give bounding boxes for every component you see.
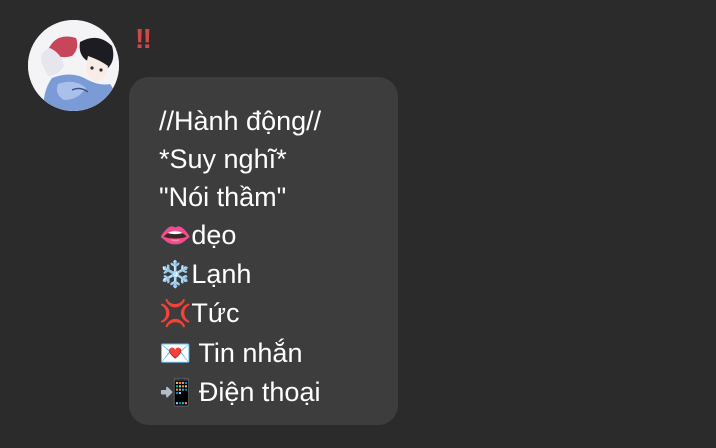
sender-avatar[interactable] <box>28 20 119 111</box>
message-text: //Hành động// *Suy nghĩ* "Nói thầm" 👄dẹo… <box>159 102 321 412</box>
line-text: Lạnh <box>191 259 252 290</box>
line-text: //Hành động// <box>159 106 322 136</box>
message-line-phone: 📲 Điện thoại <box>159 373 321 412</box>
love-letter-icon: 💌 <box>159 338 192 369</box>
message-bubble[interactable]: //Hành động// *Suy nghĩ* "Nói thầm" 👄dẹo… <box>129 77 398 425</box>
line-text: Tức <box>191 298 240 329</box>
line-text: *Suy nghĩ* <box>159 144 287 175</box>
avatar-illustration <box>28 20 119 111</box>
lips-icon: 👄 <box>159 221 192 252</box>
sender-name: ‼ <box>135 23 152 54</box>
message-line-action: //Hành động// <box>159 102 321 140</box>
line-text: dẹo <box>191 220 237 251</box>
message-line-text-message: 💌 Tin nhắn <box>159 334 321 373</box>
message-line-deo: 👄dẹo <box>159 216 321 255</box>
mobile-phone-arrow-icon: 📲 <box>159 377 192 408</box>
anger-symbol-icon: 💢 <box>159 299 192 330</box>
message-line-whisper: "Nói thầm" <box>159 178 321 216</box>
line-text: Tin nhắn <box>191 337 303 368</box>
message-line-thought: *Suy nghĩ* <box>159 140 321 178</box>
message-line-cold: ❄️Lạnh <box>159 255 321 294</box>
message-line-angry: 💢Tức <box>159 294 321 333</box>
snowflake-icon: ❄️ <box>159 260 192 291</box>
line-text: "Nói thầm" <box>159 182 287 213</box>
line-text: Điện thoại <box>191 376 321 407</box>
